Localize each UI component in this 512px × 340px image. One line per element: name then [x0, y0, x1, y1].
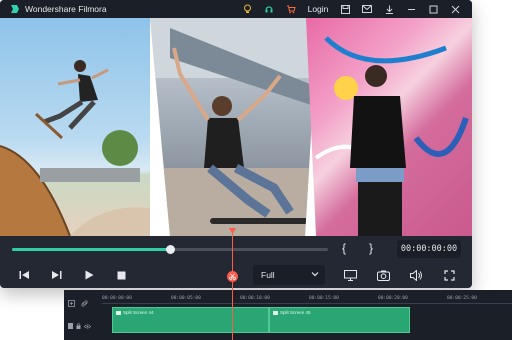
- ruler-tick-label: 00:00:10:00: [240, 296, 270, 301]
- progress-slider[interactable]: [12, 245, 328, 254]
- timeline-tools: [68, 294, 88, 312]
- ruler-tick-label: 00:00:25:00: [447, 296, 477, 301]
- playhead-line[interactable]: [232, 230, 233, 340]
- timeline-ruler[interactable]: [102, 303, 512, 304]
- chevron-down-icon: [311, 270, 319, 280]
- split-panel-girl-on-skateboard: [150, 18, 318, 236]
- stop-icon[interactable]: [113, 268, 129, 282]
- title-actions: Login: [236, 0, 466, 18]
- maximize-icon[interactable]: [422, 0, 444, 18]
- timeline-clip[interactable]: Split Screen 44: [112, 307, 269, 333]
- clip-name: Split Screen 45: [280, 310, 311, 315]
- add-track-icon[interactable]: [68, 294, 75, 312]
- track-header: [68, 316, 92, 334]
- timeline-panel[interactable]: 00:00:00:00 00:00:05:00 00:00:10:00 00:0…: [64, 290, 512, 340]
- app-title: Wondershare Filmora: [25, 4, 107, 14]
- bulb-icon[interactable]: [236, 0, 258, 18]
- eye-icon[interactable]: [83, 316, 92, 334]
- split-panel-skateboarder-jump: [0, 18, 150, 236]
- timeline-clip[interactable]: Split Screen 45: [269, 307, 410, 333]
- video-preview[interactable]: [0, 18, 472, 236]
- snapshot-icon[interactable]: [375, 268, 391, 282]
- download-icon[interactable]: [378, 0, 400, 18]
- track-number-icon: [68, 316, 73, 334]
- login-button[interactable]: Login: [302, 0, 334, 18]
- stage: Wondershare Filmora Login {} 00:00:00:0…: [0, 0, 512, 340]
- timecode-display: 00:00:00:00: [397, 240, 461, 258]
- split-panel-man-graffiti-wall: [306, 18, 472, 236]
- cart-icon[interactable]: [280, 0, 302, 18]
- lock-icon[interactable]: [76, 316, 81, 334]
- volume-icon[interactable]: [408, 268, 424, 282]
- ruler-tick-label: 00:00:05:00: [171, 296, 201, 301]
- quality-select-value: Full: [261, 270, 275, 280]
- link-icon[interactable]: [81, 294, 88, 312]
- clip-thumbnail-icon: [273, 310, 278, 315]
- close-icon[interactable]: [444, 0, 466, 18]
- mail-icon[interactable]: [356, 0, 378, 18]
- clip-thumbnail-icon: [116, 310, 121, 315]
- step-forward-icon[interactable]: [48, 268, 64, 282]
- scissors-icon[interactable]: [227, 271, 238, 282]
- editor-window: Wondershare Filmora Login {} 00:00:00:0…: [0, 0, 472, 288]
- clip-label: Split Screen 45: [273, 310, 311, 315]
- clip-label: Split Screen 44: [116, 310, 154, 315]
- filmora-logo-icon: [10, 4, 20, 14]
- mark-in-button[interactable]: {: [342, 241, 346, 255]
- quality-select[interactable]: Full: [253, 265, 325, 285]
- play-icon[interactable]: [81, 268, 97, 282]
- mark-out-button[interactable]: }: [369, 241, 373, 255]
- display-icon[interactable]: [342, 268, 358, 282]
- progress-handle[interactable]: [166, 245, 175, 254]
- minimize-icon[interactable]: [400, 0, 422, 18]
- fullscreen-icon[interactable]: [441, 268, 457, 282]
- progress-fill: [12, 248, 170, 251]
- title-bar: Wondershare Filmora Login: [0, 0, 472, 18]
- save-icon[interactable]: [334, 0, 356, 18]
- step-back-icon[interactable]: [16, 268, 32, 282]
- ruler-tick-label: 00:00:20:00: [378, 296, 408, 301]
- ruler-tick-label: 00:00:00:00: [102, 296, 132, 301]
- ruler-tick-label: 00:00:15:00: [309, 296, 339, 301]
- clip-name: Split Screen 44: [123, 310, 154, 315]
- headset-icon[interactable]: [258, 0, 280, 18]
